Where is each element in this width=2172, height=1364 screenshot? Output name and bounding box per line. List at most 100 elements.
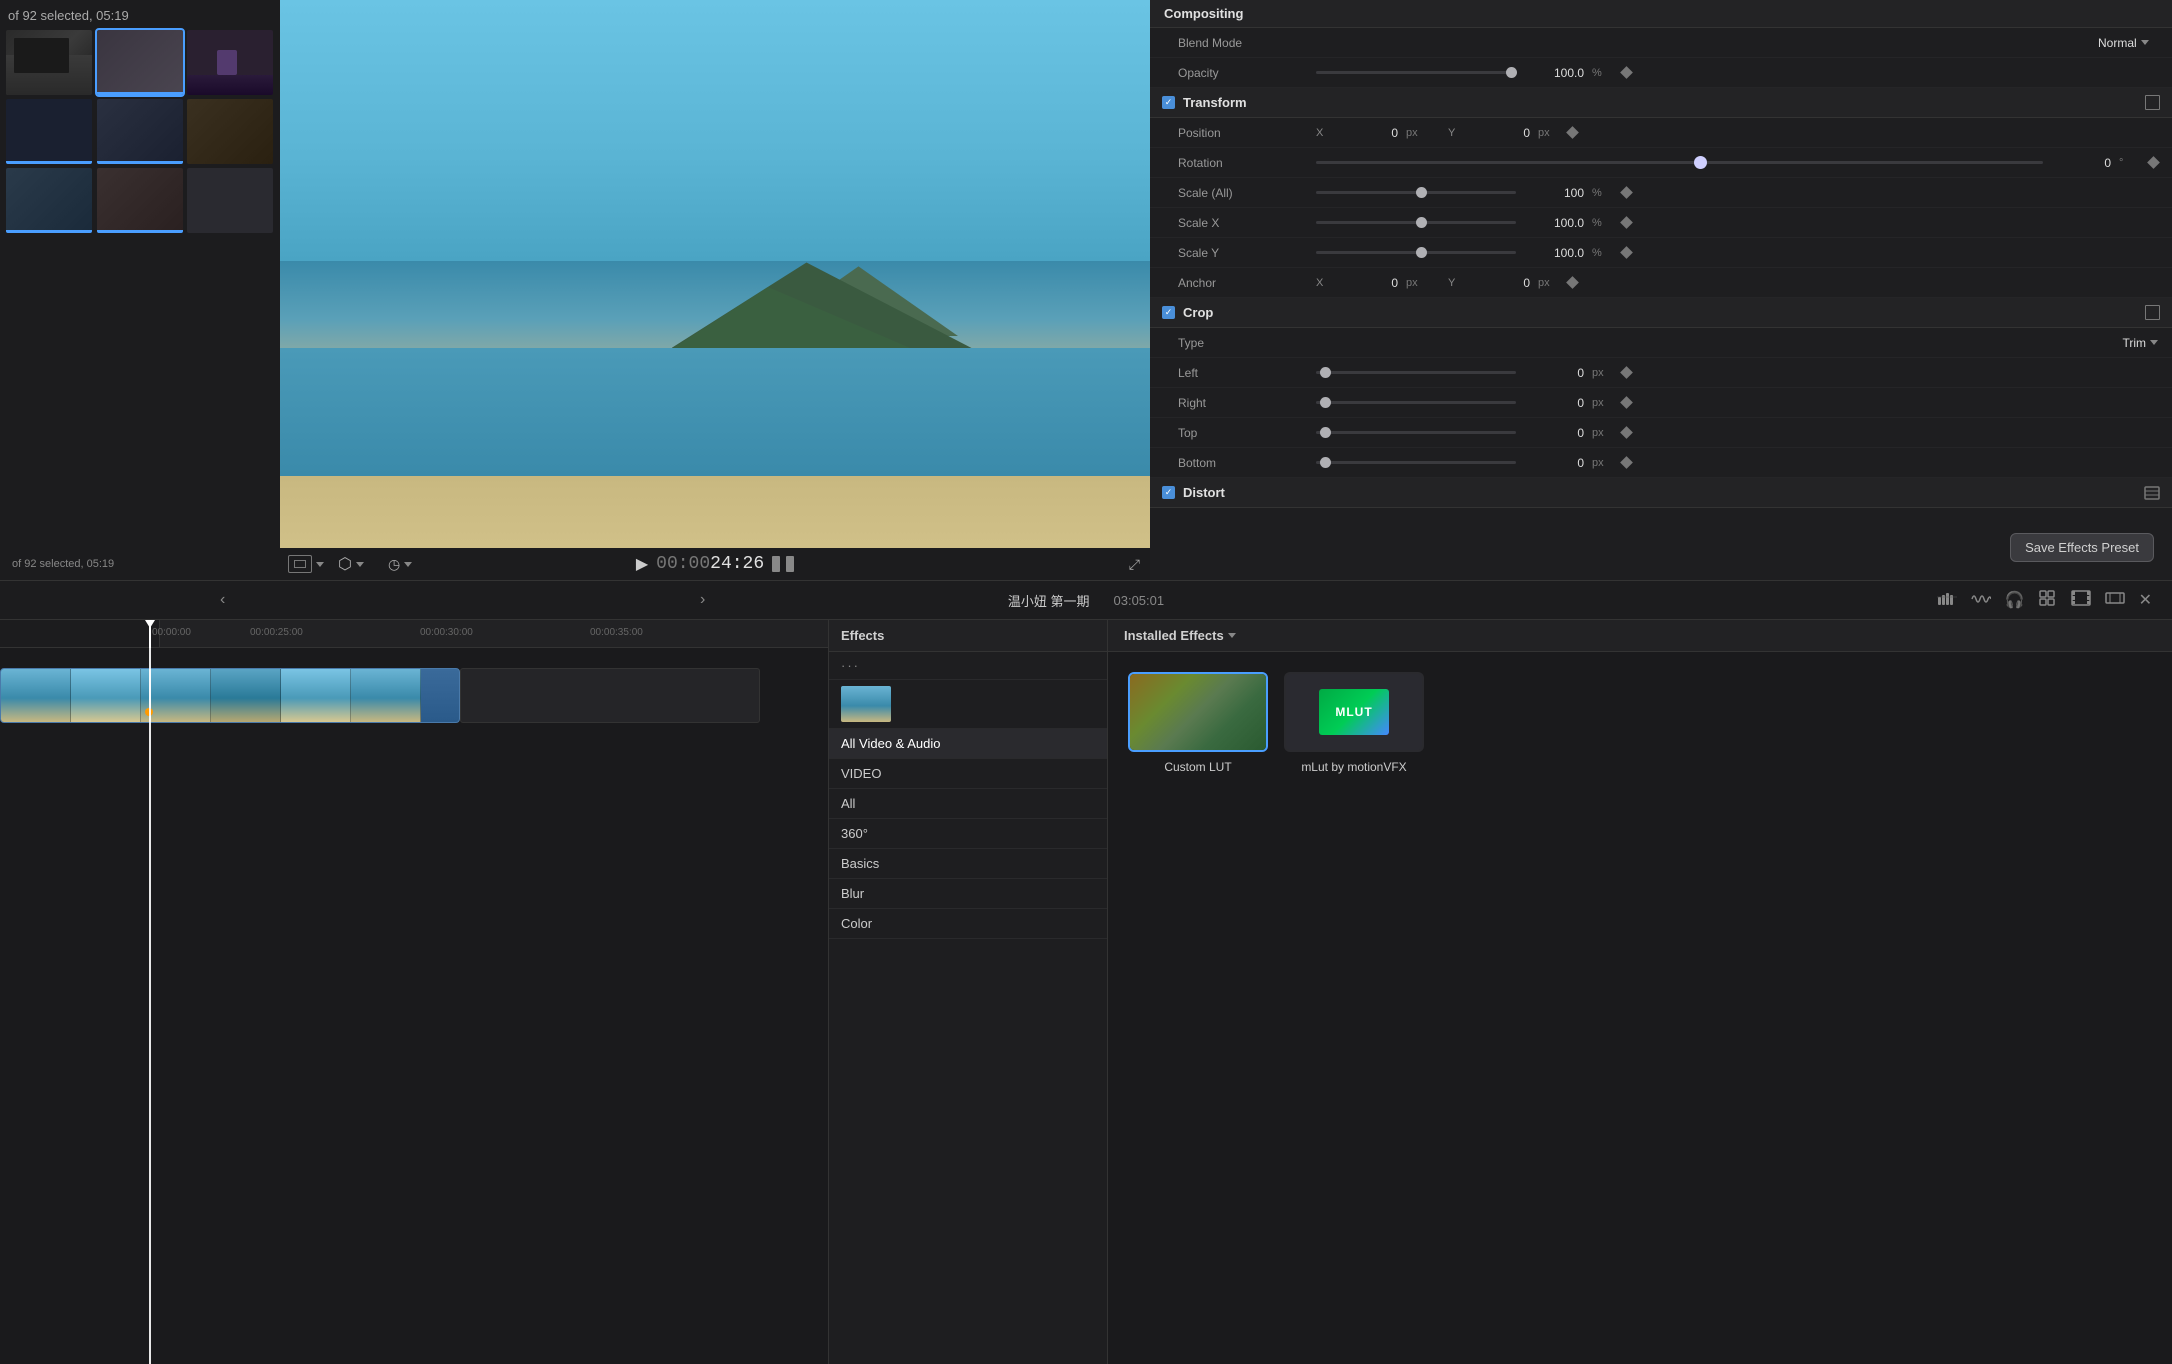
scale-y-keyframe[interactable] bbox=[1620, 246, 1633, 259]
nav-next-button[interactable]: › bbox=[700, 591, 705, 609]
crop-top-slider[interactable] bbox=[1316, 431, 1516, 434]
effect-card-custom-lut[interactable]: Custom LUT bbox=[1128, 672, 1268, 774]
scale-x-value[interactable]: 100.0 bbox=[1524, 216, 1584, 230]
crop-right-row: Right 0 px bbox=[1150, 388, 2172, 418]
scale-tool-arrow[interactable] bbox=[316, 562, 324, 567]
close-overlay-btn[interactable]: ✕ bbox=[2139, 590, 2152, 610]
media-grid bbox=[6, 30, 274, 233]
crop-top-keyframe[interactable] bbox=[1620, 426, 1633, 439]
crop-right-slider[interactable] bbox=[1316, 401, 1516, 404]
trim-tool-arrow[interactable] bbox=[356, 562, 364, 567]
clip-btn[interactable] bbox=[2105, 590, 2125, 611]
timeline-ruler: 00:00:00 00:00:25:00 00:00:30:00 00:00:3… bbox=[0, 620, 828, 648]
crop-left-keyframe[interactable] bbox=[1620, 366, 1633, 379]
effects-category-color[interactable]: Color bbox=[829, 909, 1107, 939]
grid-btn[interactable] bbox=[2039, 590, 2057, 611]
crop-title: Crop bbox=[1183, 305, 1213, 320]
blend-mode-arrow bbox=[2141, 40, 2149, 45]
transform-icon[interactable] bbox=[2145, 95, 2160, 110]
anchor-y-axis: Y bbox=[1448, 277, 1462, 289]
bottom-toolbar: ‹ 温小妞 第一期 03:05:01 › 🎧 bbox=[0, 580, 2172, 620]
blend-mode-value[interactable]: Normal bbox=[2098, 36, 2158, 50]
effects-category-all-video-audio[interactable]: All Video & Audio bbox=[829, 729, 1107, 759]
media-thumb-6[interactable] bbox=[187, 99, 273, 164]
crop-bottom-value[interactable]: 0 bbox=[1524, 456, 1584, 470]
crop-type-value[interactable]: Trim bbox=[2122, 336, 2158, 350]
waveform-btn[interactable] bbox=[1971, 591, 1991, 610]
nav-prev-button[interactable]: ‹ bbox=[220, 591, 225, 609]
rotation-keyframe[interactable] bbox=[2147, 156, 2160, 169]
scale-x-unit: % bbox=[1592, 217, 1610, 229]
crop-right-value[interactable]: 0 bbox=[1524, 396, 1584, 410]
media-thumb-7[interactable] bbox=[6, 168, 92, 233]
scale-x-slider[interactable] bbox=[1316, 221, 1516, 224]
effects-category-basics[interactable]: Basics bbox=[829, 849, 1107, 879]
effects-category-blur[interactable]: Blur bbox=[829, 879, 1107, 909]
play-button[interactable]: ▶ bbox=[636, 554, 648, 574]
save-effects-preset-button[interactable]: Save Effects Preset bbox=[2010, 533, 2154, 562]
effect-card-mlut[interactable]: MLUT mLut by motionVFX bbox=[1284, 672, 1424, 774]
headphone-btn[interactable]: 🎧 bbox=[2005, 590, 2025, 610]
crop-icon[interactable] bbox=[2145, 305, 2160, 320]
media-thumb-1[interactable] bbox=[6, 30, 92, 95]
opacity-slider[interactable] bbox=[1316, 71, 1516, 74]
trim-tool-btn[interactable]: ⬡ bbox=[338, 554, 352, 574]
anchor-y-value[interactable]: 0 bbox=[1470, 276, 1530, 290]
media-thumb-4[interactable] bbox=[6, 99, 92, 164]
scale-all-slider[interactable] bbox=[1316, 191, 1516, 194]
anchor-keyframe[interactable] bbox=[1566, 276, 1579, 289]
scale-all-unit: % bbox=[1592, 187, 1610, 199]
scale-y-slider[interactable] bbox=[1316, 251, 1516, 254]
speed-tool-arrow[interactable] bbox=[404, 562, 412, 567]
anchor-x-value[interactable]: 0 bbox=[1338, 276, 1398, 290]
opacity-keyframe[interactable] bbox=[1620, 66, 1633, 79]
effects-category-video[interactable]: VIDEO bbox=[829, 759, 1107, 789]
timecode-display: 00:00 24:26 bbox=[656, 554, 764, 574]
fullscreen-button[interactable]: ⤢ bbox=[1129, 556, 1140, 573]
scale-tool-btn[interactable] bbox=[288, 555, 312, 573]
custom-lut-name: Custom LUT bbox=[1164, 760, 1231, 774]
media-thumb-5[interactable] bbox=[97, 99, 183, 164]
anchor-y-unit: px bbox=[1538, 277, 1556, 289]
main-clip[interactable]: 2018-02-17 160252 bbox=[0, 668, 460, 723]
effects-overflow-menu[interactable]: ··· bbox=[829, 652, 1107, 680]
playhead-line bbox=[149, 620, 151, 648]
crop-bottom-keyframe[interactable] bbox=[1620, 456, 1633, 469]
crop-left-value[interactable]: 0 bbox=[1524, 366, 1584, 380]
scale-y-value[interactable]: 100.0 bbox=[1524, 246, 1584, 260]
crop-top-value[interactable]: 0 bbox=[1524, 426, 1584, 440]
transform-checkbox[interactable] bbox=[1162, 96, 1175, 109]
position-x-value[interactable]: 0 bbox=[1338, 126, 1398, 140]
film-btn[interactable] bbox=[2071, 590, 2091, 611]
scale-x-keyframe[interactable] bbox=[1620, 216, 1633, 229]
media-thumb-2[interactable] bbox=[97, 30, 183, 95]
position-keyframe[interactable] bbox=[1566, 126, 1579, 139]
media-thumb-9[interactable] bbox=[187, 168, 273, 233]
crop-top-row: Top 0 px bbox=[1150, 418, 2172, 448]
effects-category-360[interactable]: 360° bbox=[829, 819, 1107, 849]
effects-category-all[interactable]: All bbox=[829, 789, 1107, 819]
distort-checkbox[interactable] bbox=[1162, 486, 1175, 499]
rotation-row: Rotation 0 ° bbox=[1150, 148, 2172, 178]
opacity-row: Opacity 100.0 % bbox=[1150, 58, 2172, 88]
position-y-value[interactable]: 0 bbox=[1470, 126, 1530, 140]
crop-checkbox[interactable] bbox=[1162, 306, 1175, 319]
rotation-value[interactable]: 0 bbox=[2051, 156, 2111, 170]
installed-effects-header: Installed Effects bbox=[1108, 620, 2172, 652]
distort-icon[interactable] bbox=[2144, 486, 2160, 500]
crop-bottom-slider[interactable] bbox=[1316, 461, 1516, 464]
audio-levels-btn[interactable] bbox=[1937, 591, 1957, 610]
crop-left-slider[interactable] bbox=[1316, 371, 1516, 374]
media-thumb-8[interactable] bbox=[97, 168, 183, 233]
speed-tool-btn[interactable]: ◷ bbox=[388, 556, 400, 573]
crop-bottom-unit: px bbox=[1592, 457, 1610, 469]
media-thumb-3[interactable] bbox=[187, 30, 273, 95]
scale-all-value[interactable]: 100 bbox=[1524, 186, 1584, 200]
installed-effects-sort-arrow[interactable] bbox=[1228, 633, 1236, 638]
crop-right-keyframe[interactable] bbox=[1620, 396, 1633, 409]
scale-all-keyframe[interactable] bbox=[1620, 186, 1633, 199]
clip-thumb-3 bbox=[211, 669, 281, 722]
crop-bottom-label: Bottom bbox=[1178, 456, 1308, 470]
rotation-slider[interactable] bbox=[1316, 161, 2043, 164]
scale-x-label: Scale X bbox=[1178, 216, 1308, 230]
